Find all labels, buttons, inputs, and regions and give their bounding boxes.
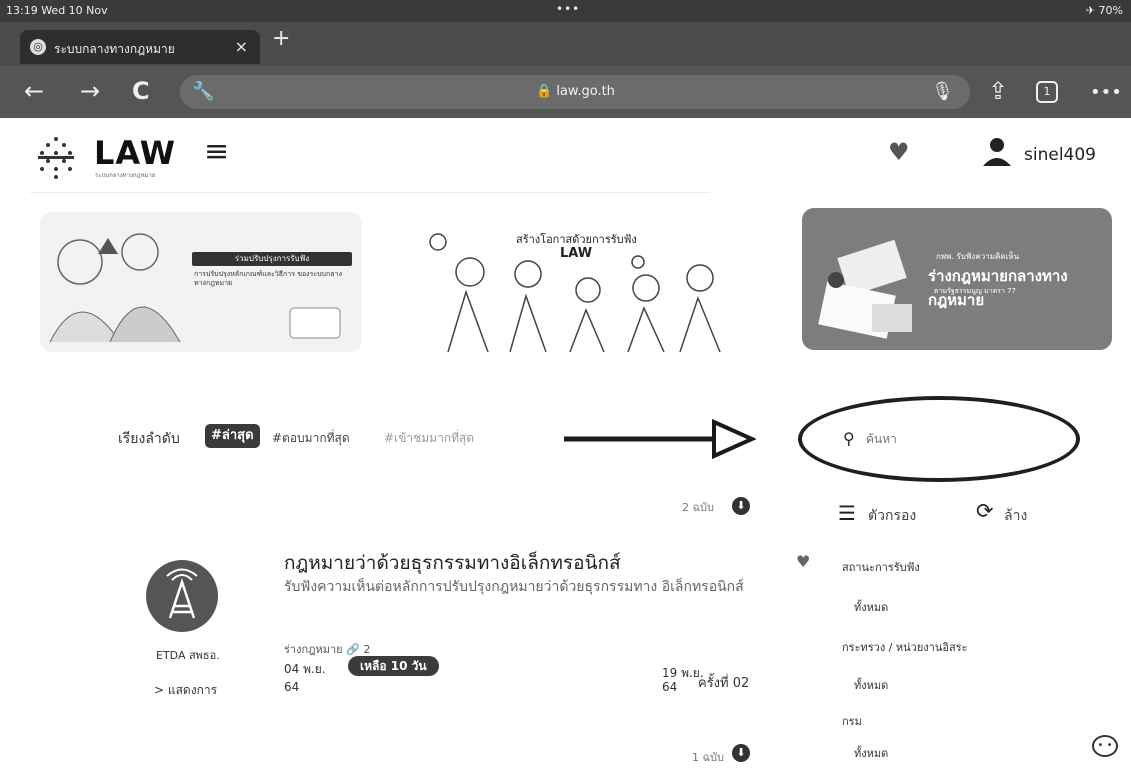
item-end-year: 64 [662,680,678,694]
law-logo-icon[interactable] [32,133,80,181]
banner-3[interactable]: กพพ. รับฟังความคิดเห็น ร่างกฎหมายกลางทาง… [802,208,1112,350]
user-avatar-icon[interactable] [980,134,1014,168]
tab-strip: ◎ ระบบกลางทางกฎหมาย × [0,22,1131,66]
heart-icon[interactable]: ♥ [888,138,910,166]
banner-1-text: การปรับปรุงหลักเกณฑ์และวิธีการ ของระบบกล… [194,270,342,287]
item-logo[interactable] [146,560,218,632]
item-description: รับฟังความเห็นต่อหลักการปรับปรุงกฎหมายว่… [284,579,744,595]
address-bar[interactable]: 🔧 🔒 law.go.th 🎙 [180,75,970,109]
banner-3-heading: กพพ. รับฟังความคิดเห็น [936,252,1020,261]
arrow-annotation-icon [564,418,756,460]
item-remaining-badge: เหลือ 10 วัน [348,656,439,676]
banner-1[interactable]: ร่วมปรับปรุงการรับฟัง การปรับปรุงหลักเกณ… [40,212,362,352]
search-icon: ⚲ [843,429,855,448]
sort-most-replied-button[interactable]: #ตอบมากที่สุด [272,429,350,448]
close-tab-icon[interactable]: × [235,37,248,56]
item-start-date: 04 พ.ย. [284,662,326,676]
clear-filters-button[interactable]: ล้าง [1004,505,1027,527]
filter-agency-select[interactable]: ทั้งหมด [854,676,888,694]
item-show-more-link[interactable]: > แสดงการ [154,681,217,700]
item-title[interactable]: กฎหมายว่าด้วยธุรกรรมทางอิเล็กทรอนิกส์ [284,548,621,578]
filter-icon[interactable]: ☰ [838,503,856,523]
browser-toolbar: ← → C 🔧 🔒 law.go.th 🎙 ⇪ 1 ••• [0,66,1131,118]
username[interactable]: sinel409 [1024,145,1096,165]
filter-department-select[interactable]: ทั้งหมด [854,744,888,762]
back-button[interactable]: ← [24,79,44,103]
forward-button[interactable]: → [80,79,100,103]
item-favorite-icon[interactable]: ♥ [796,552,810,571]
filter-status-select[interactable]: ทั้งหมด [854,598,888,616]
header-divider [30,192,710,193]
item-round: ครั้งที่ 02 [698,676,750,691]
multitask-dots[interactable]: ••• [556,2,580,16]
banner-1-label: ร่วมปรับปรุงการรับฟัง [192,252,352,266]
battery-indicator: ✈ 70% [1085,4,1123,17]
hamburger-menu-icon[interactable]: ≡ [204,137,229,167]
result-count: 2 ฉบับ [682,501,714,514]
search-input[interactable] [866,428,1056,450]
wrench-icon[interactable]: 🔧 [192,81,214,102]
tower-icon [149,563,215,629]
reload-button[interactable]: C [132,79,150,103]
status-bar: 13:19 Wed 10 Nov ••• ✈ 70% [0,0,1131,22]
banner-2[interactable]: สร้างโอกาสด้วยการรับฟัง LAW [408,212,752,352]
sort-latest-button[interactable]: #ล่าสุด [205,424,260,448]
result-count-bottom: 1 ฉบับ [692,751,724,764]
status-time: 13:19 Wed 10 Nov [6,4,108,17]
sort-most-viewed-button[interactable]: #เข้าชมมากที่สุด [384,429,474,448]
item-start-year: 64 [284,680,300,694]
filter-status-title: สถานะการรับฟัง [842,561,920,574]
url-text: 🔒 law.go.th [536,84,615,99]
filter-department-title: กรม [842,715,862,728]
tabs-count-button[interactable]: 1 [1036,81,1058,103]
download-icon-bottom[interactable]: ⬇ [732,744,750,762]
download-icon[interactable]: ⬇ [732,497,750,515]
filter-label[interactable]: ตัวกรอง [868,505,916,527]
tab-title: ระบบกลางทางกฎหมาย [54,42,175,56]
chat-icon[interactable]: • • [1092,735,1118,757]
logo-text[interactable]: LAW [94,134,176,172]
share-button[interactable]: ⇪ [988,79,1008,103]
sort-label: เรียงลำดับ [118,431,180,447]
microphone-icon[interactable]: 🎙 [931,81,954,102]
logo-subtitle: ระบบกลางทางกฎหมาย [95,172,156,179]
new-tab-button[interactable]: + [272,26,290,51]
banner-2-logo: LAW [560,246,593,261]
item-org-name: ETDA สพธอ. [156,649,220,662]
filter-agency-title: กระทรวง / หน่วยงานอิสระ [842,641,968,654]
more-menu-button[interactable]: ••• [1090,81,1122,105]
refresh-icon[interactable]: ⟳ [976,501,994,522]
globe-icon: ◎ [30,39,46,55]
browser-tab[interactable]: ◎ ระบบกลางทางกฎหมาย × [20,30,260,64]
banner-3-subtitle: ตามรัฐธรรมนูญ มาตรา 77 [934,287,1017,295]
